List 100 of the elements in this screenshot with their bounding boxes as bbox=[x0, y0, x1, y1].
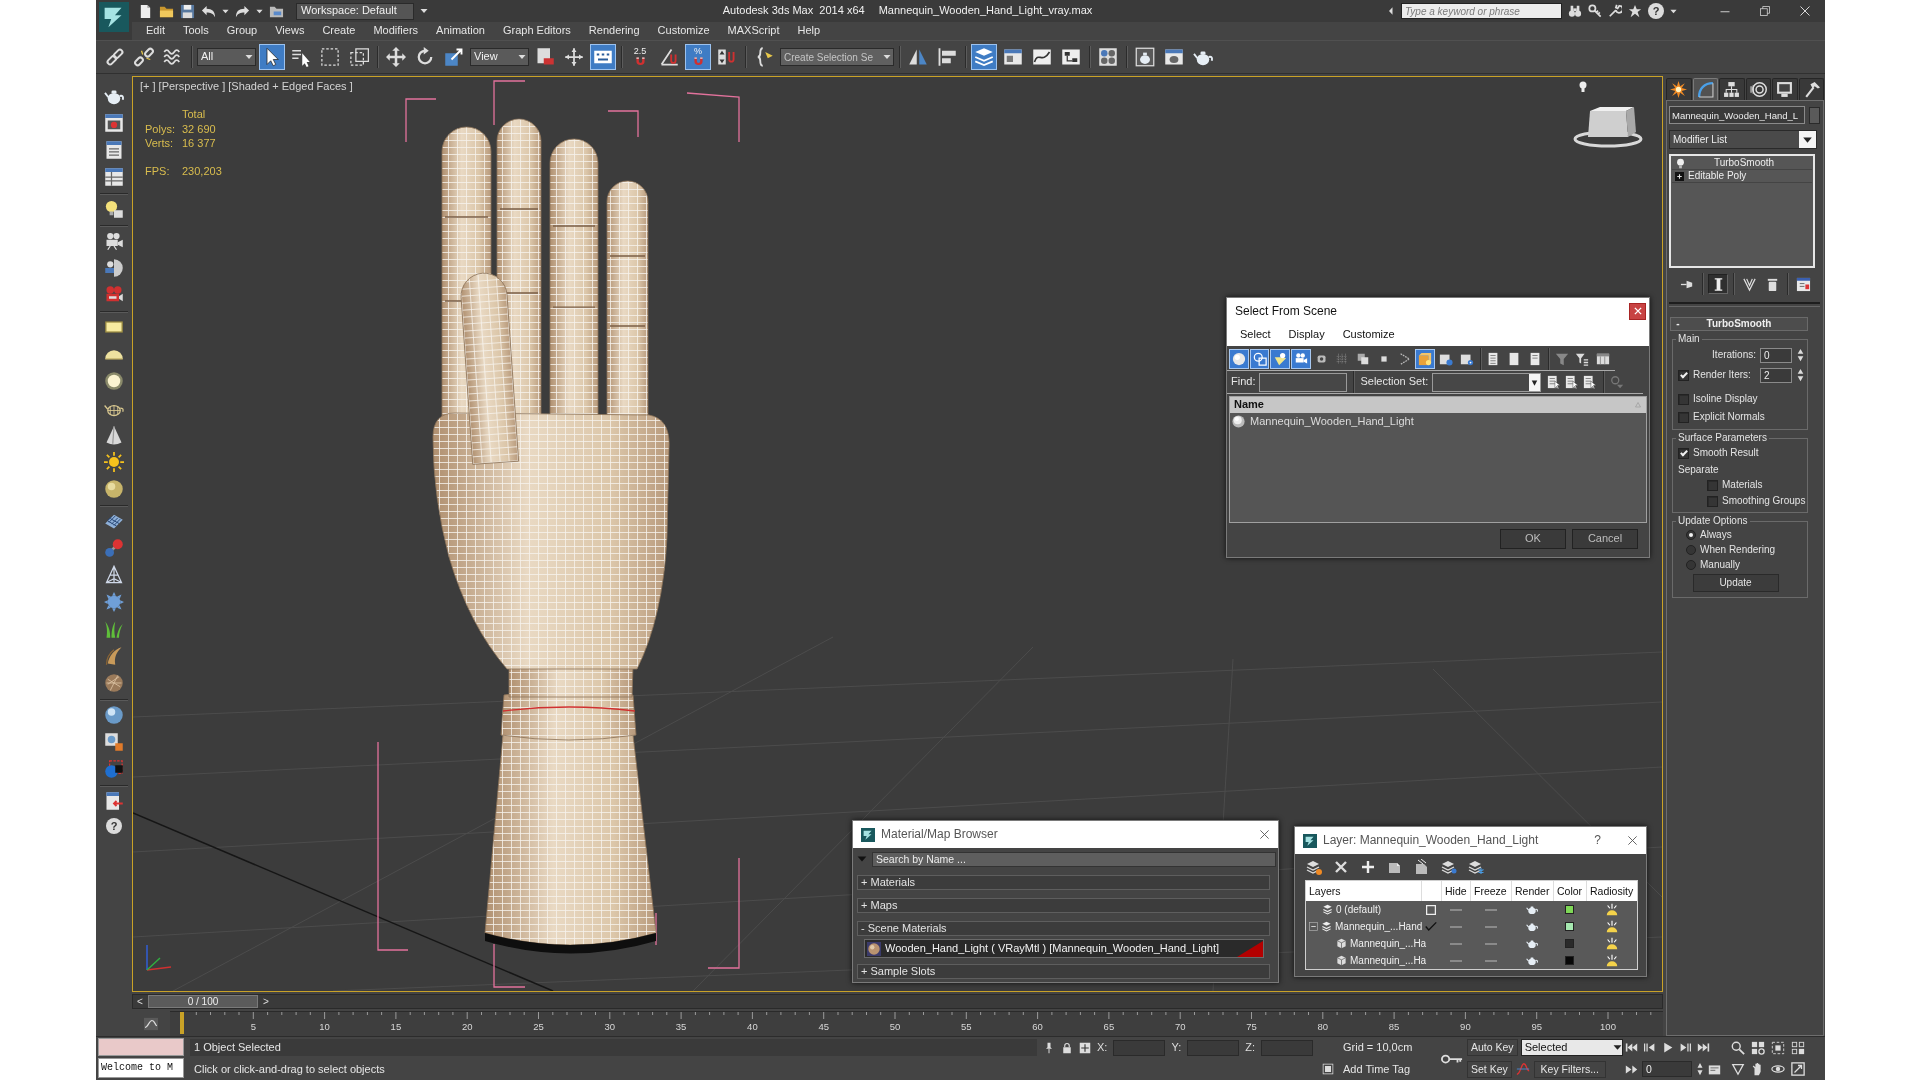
coordinate-field[interactable] bbox=[1187, 1039, 1240, 1056]
go-to-start-icon[interactable] bbox=[1625, 1041, 1638, 1055]
key-filters-button[interactable]: Key Filters... bbox=[1533, 1060, 1606, 1078]
wire-pyramid-icon[interactable] bbox=[104, 565, 124, 585]
teapot-icon[interactable] bbox=[1526, 904, 1538, 915]
menu-item[interactable]: Customize bbox=[648, 24, 719, 38]
document-arrow-icon[interactable] bbox=[104, 791, 124, 811]
padlock-icon[interactable] bbox=[1061, 1041, 1073, 1054]
auto-key-button[interactable]: Auto Key bbox=[1467, 1039, 1518, 1057]
frame-field[interactable]: 0 bbox=[1642, 1061, 1692, 1078]
column-header[interactable]: Name bbox=[1230, 397, 1646, 413]
column-header[interactable]: Radiosity bbox=[1586, 881, 1637, 901]
app-logo-icon[interactable] bbox=[99, 2, 129, 32]
document-cursor-icon[interactable] bbox=[1583, 375, 1598, 389]
dashed-frame-icon[interactable] bbox=[1771, 1040, 1785, 1055]
teapot-icon[interactable] bbox=[1526, 955, 1538, 966]
layer-stack-button[interactable] bbox=[971, 44, 997, 70]
checkbox[interactable] bbox=[1678, 447, 1689, 459]
document-cursor-icon[interactable] bbox=[1547, 375, 1562, 389]
close-icon[interactable] bbox=[1259, 829, 1270, 840]
help-button[interactable]: ? bbox=[1594, 833, 1601, 848]
triangle-outline-icon[interactable] bbox=[1731, 1062, 1745, 1077]
menu-item[interactable]: Create bbox=[313, 24, 365, 38]
spinner-field[interactable]: 2 bbox=[1760, 367, 1792, 383]
toolbar-dropdown[interactable]: View bbox=[470, 48, 529, 66]
next-frame-button[interactable]: > bbox=[260, 995, 272, 1008]
time-tag-button[interactable]: Add Time Tag bbox=[1343, 1062, 1437, 1076]
document-cursor-icon[interactable] bbox=[1565, 375, 1580, 389]
selection-set-field[interactable]: Create Selection Se bbox=[780, 48, 894, 66]
toolbar-dropdown[interactable]: All bbox=[197, 48, 256, 66]
cone-icon[interactable] bbox=[104, 425, 124, 445]
set-key-button[interactable]: Set Key bbox=[1467, 1060, 1512, 1078]
table-window-icon[interactable] bbox=[104, 167, 124, 187]
checkbox[interactable] bbox=[1678, 393, 1689, 405]
layer-name[interactable]: Mannequin_...Ha bbox=[1350, 937, 1427, 950]
menu-item[interactable]: Group bbox=[217, 24, 267, 38]
checkbox-label[interactable]: Render Iters: bbox=[1693, 369, 1751, 381]
camera-button[interactable] bbox=[1291, 348, 1311, 369]
magnet-button[interactable]: 2.5 bbox=[627, 44, 653, 70]
i-beam-button[interactable] bbox=[1708, 274, 1728, 294]
column-header[interactable]: Color bbox=[1553, 881, 1586, 901]
find-field[interactable] bbox=[1259, 372, 1348, 392]
menu-item[interactable]: MAXScript bbox=[718, 24, 789, 38]
script-input-field[interactable] bbox=[98, 1038, 184, 1056]
radio-button[interactable] bbox=[1686, 544, 1696, 555]
pushpin-icon[interactable] bbox=[1043, 1041, 1055, 1054]
time-slider-track[interactable]: < 0 / 100 > bbox=[132, 994, 1663, 1009]
column-header[interactable]: Hide bbox=[1441, 881, 1470, 901]
checkbox-label[interactable]: Materials bbox=[1722, 479, 1763, 491]
layer-color-swatch[interactable] bbox=[1565, 905, 1574, 914]
menu-item[interactable]: Views bbox=[266, 24, 314, 38]
checkbox-label[interactable]: Isoline Display bbox=[1693, 393, 1758, 405]
layer-row[interactable]: 0 (default) bbox=[1306, 901, 1637, 918]
checkmark-icon[interactable] bbox=[1425, 921, 1437, 932]
cube-ring-icon[interactable] bbox=[1573, 107, 1643, 148]
dialog-button[interactable]: OK bbox=[1500, 529, 1566, 549]
column-header[interactable]: Freeze bbox=[1470, 881, 1511, 901]
layer-name[interactable]: Mannequin_...Hand bbox=[1335, 920, 1423, 933]
layer-row[interactable]: Mannequin_...Hand bbox=[1306, 918, 1637, 935]
plus-icon[interactable] bbox=[1360, 859, 1376, 875]
layer-name[interactable]: Mannequin_...Ha bbox=[1350, 954, 1427, 967]
key-icon[interactable] bbox=[1588, 4, 1602, 18]
sphere-icon[interactable] bbox=[104, 479, 124, 499]
keyboard-button[interactable] bbox=[590, 44, 616, 70]
section-header[interactable]: + Sample Slots bbox=[857, 964, 1270, 979]
glossy-sphere-icon[interactable] bbox=[104, 705, 124, 725]
go-to-end-icon[interactable] bbox=[1697, 1041, 1710, 1055]
spinner-arrows-icon[interactable] bbox=[1796, 348, 1805, 362]
menu-item[interactable]: Customize bbox=[1333, 328, 1404, 342]
next-frame-icon[interactable] bbox=[1679, 1041, 1692, 1055]
layer-color-swatch[interactable] bbox=[1565, 939, 1574, 948]
collapse-icon[interactable] bbox=[1309, 922, 1318, 931]
spinner-arrows-icon[interactable] bbox=[1796, 368, 1805, 382]
object-list[interactable]: Name Mannequin_Wooden_Hand_Light bbox=[1229, 396, 1647, 523]
modifier-list-dropdown[interactable]: Modifier List bbox=[1669, 130, 1817, 149]
caret-icon[interactable] bbox=[256, 7, 263, 15]
layer-color-swatch[interactable] bbox=[1565, 922, 1574, 931]
object-name-field[interactable]: Mannequin_Wooden_Hand_L bbox=[1669, 106, 1805, 124]
selection-set-dropdown[interactable] bbox=[1432, 372, 1542, 392]
radio-button[interactable] bbox=[1686, 559, 1696, 570]
spotlight-button[interactable] bbox=[1270, 348, 1291, 369]
fur-ball-icon[interactable] bbox=[104, 673, 124, 693]
list-row[interactable]: Mannequin_Wooden_Hand_Light bbox=[1230, 413, 1646, 430]
lamp-icon[interactable] bbox=[1604, 920, 1619, 933]
previous-frame-icon[interactable] bbox=[1643, 1041, 1656, 1055]
section-header[interactable]: + Materials bbox=[857, 875, 1270, 890]
play-icon[interactable] bbox=[1661, 1041, 1674, 1055]
update-button[interactable]: Update bbox=[1692, 574, 1779, 592]
coordinate-field[interactable] bbox=[1261, 1039, 1313, 1056]
light-bulb-icon[interactable] bbox=[1675, 157, 1686, 169]
column-header[interactable]: Render bbox=[1511, 881, 1553, 901]
close-button[interactable] bbox=[1629, 302, 1646, 320]
restore-icon[interactable] bbox=[1759, 5, 1771, 17]
search-field[interactable]: Type a keyword or phrase bbox=[1401, 3, 1562, 19]
radio-label[interactable]: Always bbox=[1700, 528, 1732, 541]
section-header[interactable]: + Maps bbox=[857, 898, 1270, 913]
lamp-icon[interactable] bbox=[1604, 903, 1619, 916]
layer-stack-dot-icon[interactable] bbox=[1441, 859, 1457, 875]
previous-frame-button[interactable]: < bbox=[134, 995, 146, 1008]
checkbox[interactable] bbox=[1707, 479, 1718, 491]
